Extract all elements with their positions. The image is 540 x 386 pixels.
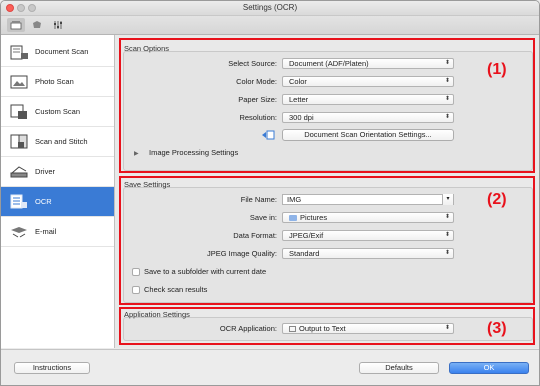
ok-button[interactable]: OK — [449, 362, 529, 374]
defaults-button[interactable]: Defaults — [359, 362, 439, 374]
tab-scan-from-computer[interactable] — [7, 18, 25, 32]
annotation-box-2 — [119, 176, 535, 305]
tab-general-settings[interactable] — [49, 18, 67, 32]
sidebar-item-scan-and-stitch[interactable]: Scan and Stitch — [1, 127, 114, 157]
settings-panel: Select Source: Document (ADF/Platen) ⬍ Co… — [115, 35, 539, 348]
sidebar-item-label: OCR — [35, 197, 52, 206]
sidebar-item-label: Driver — [35, 167, 55, 176]
sidebar-item-email[interactable]: E-mail — [1, 217, 114, 247]
annotation-box-3 — [119, 307, 535, 345]
sidebar-item-photo-scan[interactable]: Photo Scan — [1, 67, 114, 97]
toolbar — [1, 16, 539, 35]
scan-stitch-icon — [8, 132, 30, 152]
sidebar-item-label: Scan and Stitch — [35, 137, 88, 146]
sidebar-item-label: Document Scan — [35, 47, 89, 56]
sliders-icon — [54, 21, 62, 29]
sidebar-item-ocr[interactable]: OCR — [1, 187, 114, 217]
email-icon — [8, 222, 30, 242]
window-title: Settings (OCR) — [242, 3, 298, 12]
sidebar-item-label: Photo Scan — [35, 77, 74, 86]
callout-2: (2) — [487, 191, 507, 208]
callout-3: (3) — [487, 320, 507, 337]
sidebar-item-label: E-mail — [35, 227, 57, 236]
callout-1: (1) — [487, 61, 507, 78]
scan-type-sidebar: Document Scan Photo Scan Custom Scan Sca… — [1, 35, 115, 348]
driver-icon — [8, 162, 30, 182]
settings-window: Settings (OCR) Document Scan Photo Scan … — [0, 0, 540, 386]
tab-scan-from-operation-panel[interactable] — [28, 18, 46, 32]
sidebar-item-label: Custom Scan — [35, 107, 81, 116]
sidebar-item-driver[interactable]: Driver — [1, 157, 114, 187]
document-scan-icon — [8, 42, 30, 62]
custom-scan-icon — [8, 102, 30, 122]
button-bar: Instructions Defaults OK — [1, 349, 539, 385]
annotation-box-1 — [119, 38, 535, 173]
ocr-icon — [8, 192, 30, 212]
instructions-button[interactable]: Instructions — [14, 362, 90, 374]
sidebar-item-document-scan[interactable]: Document Scan — [1, 37, 114, 67]
sidebar-item-custom-scan[interactable]: Custom Scan — [1, 97, 114, 127]
gear-icon — [33, 21, 41, 28]
photo-scan-icon — [8, 72, 30, 92]
scanner-icon — [10, 21, 22, 30]
title-bar: Settings (OCR) — [1, 1, 539, 16]
